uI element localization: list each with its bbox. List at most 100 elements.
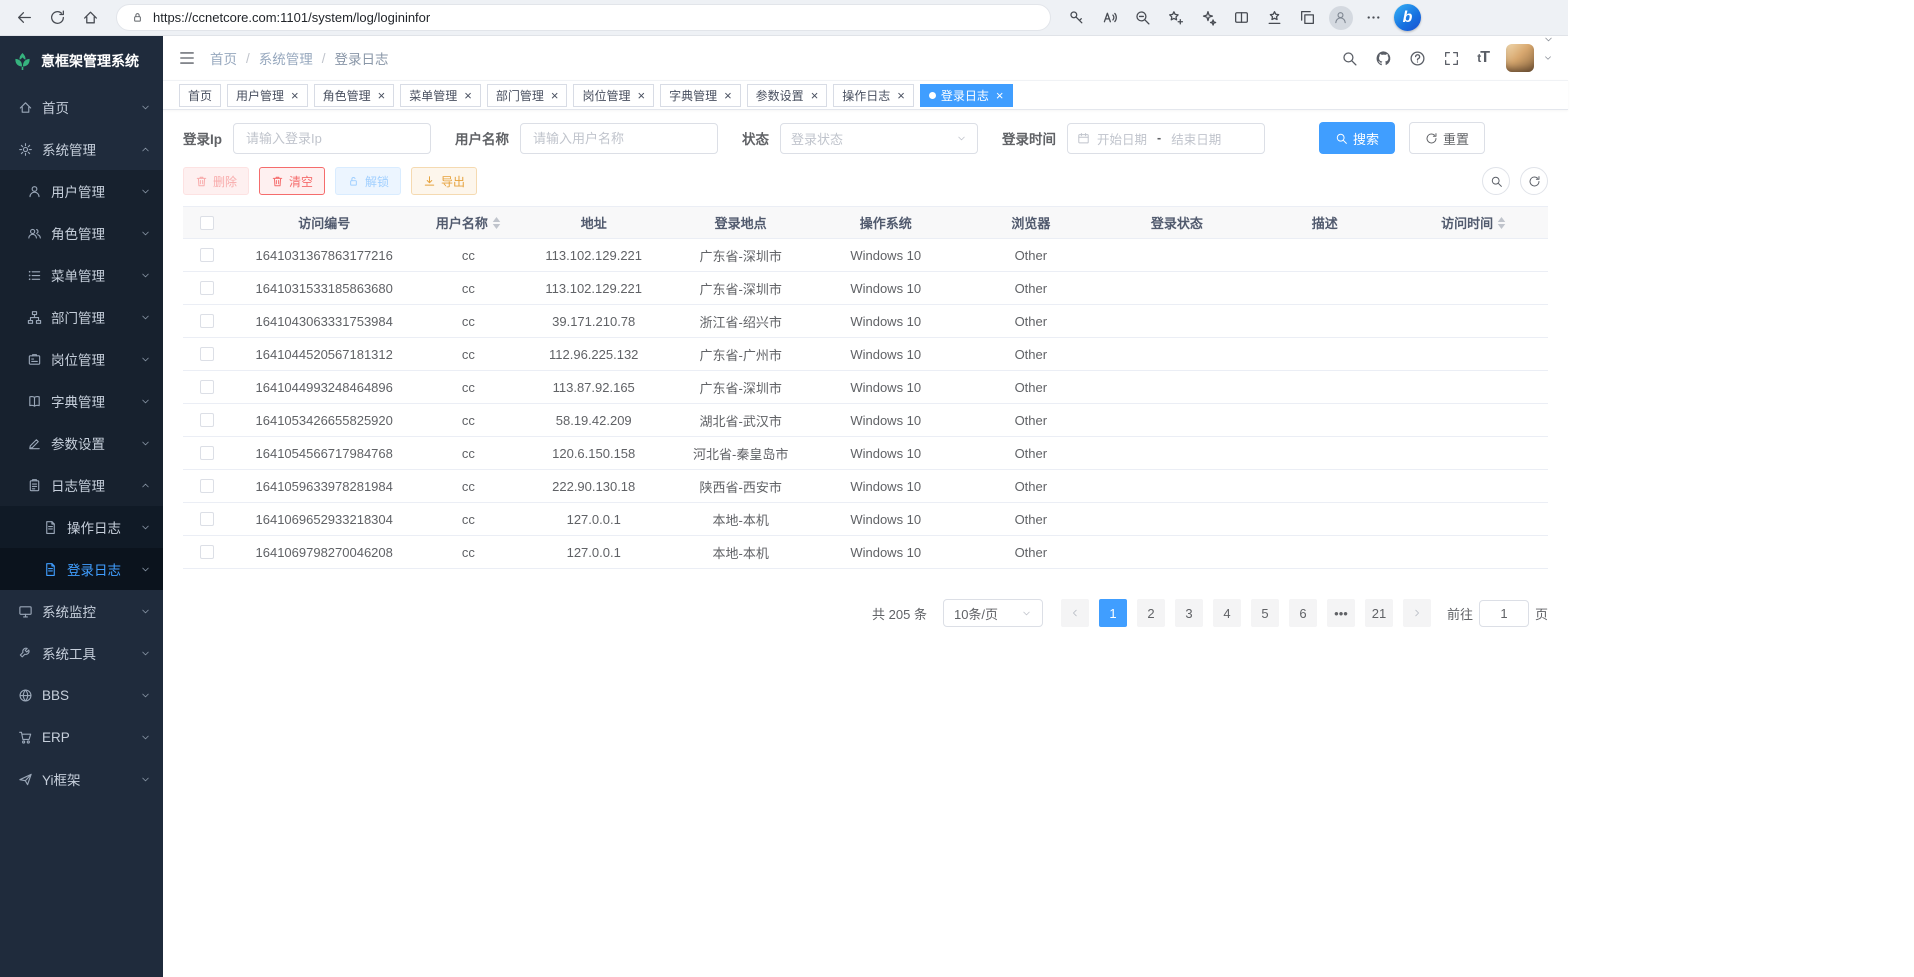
zoom-button[interactable] (1126, 3, 1159, 32)
goto-page-input[interactable] (1479, 600, 1529, 627)
column-header-access-id[interactable]: 访问编号 (231, 213, 417, 232)
page-number-button[interactable]: 4 (1213, 599, 1241, 627)
sidebar-item-system-monitor[interactable]: 系统监控 (0, 590, 163, 632)
refresh-table-button[interactable] (1520, 167, 1548, 195)
header-search-button[interactable] (1341, 50, 1358, 67)
page-number-button[interactable]: 3 (1175, 599, 1203, 627)
unlock-button[interactable]: 解锁 (335, 167, 401, 195)
page-size-select[interactable]: 10条/页 (943, 599, 1043, 627)
table-row[interactable]: 1641031533185863680 cc 113.102.129.221 广… (183, 272, 1548, 305)
page-tab[interactable]: 首页 × (179, 84, 221, 107)
row-checkbox[interactable] (200, 281, 214, 295)
sidebar-item-bbs[interactable]: BBS (0, 674, 163, 716)
github-button[interactable] (1375, 50, 1392, 67)
column-header-description[interactable]: 描述 (1250, 213, 1399, 232)
delete-button[interactable]: 删除 (183, 167, 249, 195)
sidebar-item-post-management[interactable]: 岗位管理 (0, 338, 163, 380)
browser-back-button[interactable] (8, 3, 41, 32)
browser-essentials-button[interactable] (1192, 3, 1225, 32)
status-select[interactable]: 登录状态 (780, 123, 978, 154)
user-name-input[interactable] (520, 123, 718, 154)
page-number-button[interactable]: 5 (1251, 599, 1279, 627)
breadcrumb-system-management[interactable]: 系统管理 (259, 48, 313, 68)
table-row[interactable]: 1641059633978281984 cc 222.90.130.18 陕西省… (183, 470, 1548, 503)
sidebar-item-param-settings[interactable]: 参数设置 (0, 422, 163, 464)
browser-home-button[interactable] (74, 3, 107, 32)
read-aloud-button[interactable] (1093, 3, 1126, 32)
page-tab[interactable]: 参数设置 × (747, 84, 828, 107)
sidebar-item-dept-management[interactable]: 部门管理 (0, 296, 163, 338)
collections-button[interactable] (1291, 3, 1324, 32)
page-tab[interactable]: 菜单管理 × (400, 84, 481, 107)
row-checkbox[interactable] (200, 545, 214, 559)
font-size-button[interactable]: tT (1477, 49, 1489, 67)
row-checkbox[interactable] (200, 248, 214, 262)
close-tab-icon[interactable]: × (464, 89, 472, 102)
breadcrumb-home[interactable]: 首页 (210, 48, 237, 68)
sidebar-item-user-management[interactable]: 用户管理 (0, 170, 163, 212)
select-all-checkbox[interactable] (200, 216, 214, 230)
search-button[interactable]: 搜索 (1319, 122, 1395, 154)
row-checkbox[interactable] (200, 314, 214, 328)
browser-profile-button[interactable] (1324, 3, 1357, 32)
page-tab[interactable]: 用户管理 × (227, 84, 308, 107)
column-header-user-name[interactable]: 用户名称 (417, 213, 519, 232)
sidebar-item-yi-framework[interactable]: Yi框架 (0, 758, 163, 800)
table-row[interactable]: 1641031367863177216 cc 113.102.129.221 广… (183, 239, 1548, 272)
help-button[interactable] (1409, 50, 1426, 67)
user-menu-caret-icon[interactable] (1543, 53, 1553, 63)
login-time-range-picker[interactable]: 开始日期 - 结束日期 (1067, 123, 1265, 154)
close-tab-icon[interactable]: × (378, 89, 386, 102)
row-checkbox[interactable] (200, 347, 214, 361)
sidebar-toggle-button[interactable] (178, 49, 196, 67)
row-checkbox[interactable] (200, 512, 214, 526)
column-header-login-location[interactable]: 登录地点 (668, 213, 813, 232)
export-button[interactable]: 导出 (411, 167, 477, 195)
page-number-button[interactable]: 21 (1365, 599, 1393, 627)
sidebar-item-system-tools[interactable]: 系统工具 (0, 632, 163, 674)
column-header-address[interactable]: 地址 (519, 213, 668, 232)
page-tab[interactable]: 部门管理 × (487, 84, 568, 107)
prev-page-button[interactable] (1061, 599, 1089, 627)
next-page-button[interactable] (1403, 599, 1431, 627)
sidebar-item-home[interactable]: 首页 (0, 86, 163, 128)
row-checkbox[interactable] (200, 479, 214, 493)
sidebar-item-menu-management[interactable]: 菜单管理 (0, 254, 163, 296)
row-checkbox[interactable] (200, 380, 214, 394)
page-tab[interactable]: 岗位管理 × (573, 84, 654, 107)
sidebar-item-login-log[interactable]: 登录日志 (0, 548, 163, 590)
column-header-os[interactable]: 操作系统 (813, 213, 958, 232)
row-checkbox[interactable] (200, 413, 214, 427)
table-row[interactable]: 1641054566717984768 cc 120.6.150.158 河北省… (183, 437, 1548, 470)
toggle-search-button[interactable] (1482, 167, 1510, 195)
close-tab-icon[interactable]: × (551, 89, 559, 102)
bing-copilot-button[interactable]: b (1394, 4, 1421, 31)
login-ip-input[interactable] (233, 123, 431, 154)
sidebar-item-log-management[interactable]: 日志管理 (0, 464, 163, 506)
password-manager-icon[interactable] (1060, 3, 1093, 32)
sort-carets-icon[interactable] (492, 217, 501, 229)
close-tab-icon[interactable]: × (897, 89, 905, 102)
table-row[interactable]: 1641053426655825920 cc 58.19.42.209 湖北省-… (183, 404, 1548, 437)
page-tab[interactable]: 操作日志 × (833, 84, 914, 107)
page-tab[interactable]: 登录日志 × (920, 84, 1013, 107)
favorites-button[interactable] (1258, 3, 1291, 32)
table-row[interactable]: 1641069798270046208 cc 127.0.0.1 本地-本机 W… (183, 536, 1548, 569)
reset-button[interactable]: 重置 (1409, 122, 1485, 154)
page-number-button[interactable]: 2 (1137, 599, 1165, 627)
table-row[interactable]: 1641069652933218304 cc 127.0.0.1 本地-本机 W… (183, 503, 1548, 536)
close-tab-icon[interactable]: × (637, 89, 645, 102)
sidebar-item-erp[interactable]: ERP (0, 716, 163, 758)
sort-carets-icon[interactable] (1497, 217, 1506, 229)
close-tab-icon[interactable]: × (291, 89, 299, 102)
close-tab-icon[interactable]: × (811, 89, 819, 102)
add-favorite-button[interactable] (1159, 3, 1192, 32)
table-row[interactable]: 1641044520567181312 cc 112.96.225.132 广东… (183, 338, 1548, 371)
sidebar-item-role-management[interactable]: 角色管理 (0, 212, 163, 254)
table-row[interactable]: 1641044993248464896 cc 113.87.92.165 广东省… (183, 371, 1548, 404)
browser-menu-button[interactable] (1357, 3, 1390, 32)
row-checkbox[interactable] (200, 446, 214, 460)
table-row[interactable]: 1641043063331753984 cc 39.171.210.78 浙江省… (183, 305, 1548, 338)
fullscreen-button[interactable] (1443, 50, 1460, 67)
browser-refresh-button[interactable] (41, 3, 74, 32)
